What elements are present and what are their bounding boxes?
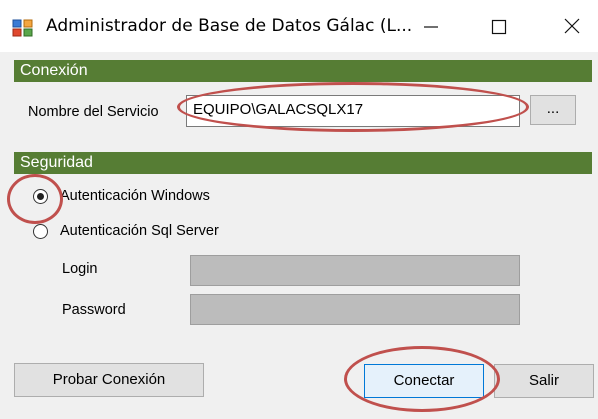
close-icon: [564, 18, 580, 34]
auth-windows-radio[interactable]: [33, 189, 48, 204]
password-input[interactable]: [190, 294, 520, 325]
conectar-button[interactable]: Conectar: [364, 364, 484, 398]
login-label: Login: [62, 261, 98, 277]
auth-sql-radio[interactable]: [33, 224, 48, 239]
service-name-input[interactable]: EQUIPO\GALACSQLX17: [186, 95, 520, 127]
password-label: Password: [62, 302, 126, 318]
auth-windows-label: Autenticación Windows: [60, 188, 210, 204]
close-button[interactable]: [548, 12, 594, 42]
maximize-button[interactable]: [476, 12, 522, 42]
browse-button[interactable]: ...: [530, 95, 576, 125]
salir-button[interactable]: Salir: [494, 364, 594, 398]
login-input[interactable]: [190, 255, 520, 286]
minimize-button[interactable]: [408, 12, 454, 42]
conexion-header: Conexión: [14, 60, 592, 82]
maximize-icon: [491, 19, 507, 35]
database-app-icon: [12, 18, 34, 38]
window-title: Administrador de Base de Datos Gálac (L.…: [46, 16, 413, 36]
minimize-icon: [424, 26, 438, 28]
seguridad-header: Seguridad: [14, 152, 592, 174]
service-name-label: Nombre del Servicio: [28, 104, 159, 120]
probar-conexion-button[interactable]: Probar Conexión: [14, 363, 204, 397]
title-bar: Administrador de Base de Datos Gálac (L.…: [0, 0, 598, 52]
auth-sql-label: Autenticación Sql Server: [60, 223, 219, 239]
